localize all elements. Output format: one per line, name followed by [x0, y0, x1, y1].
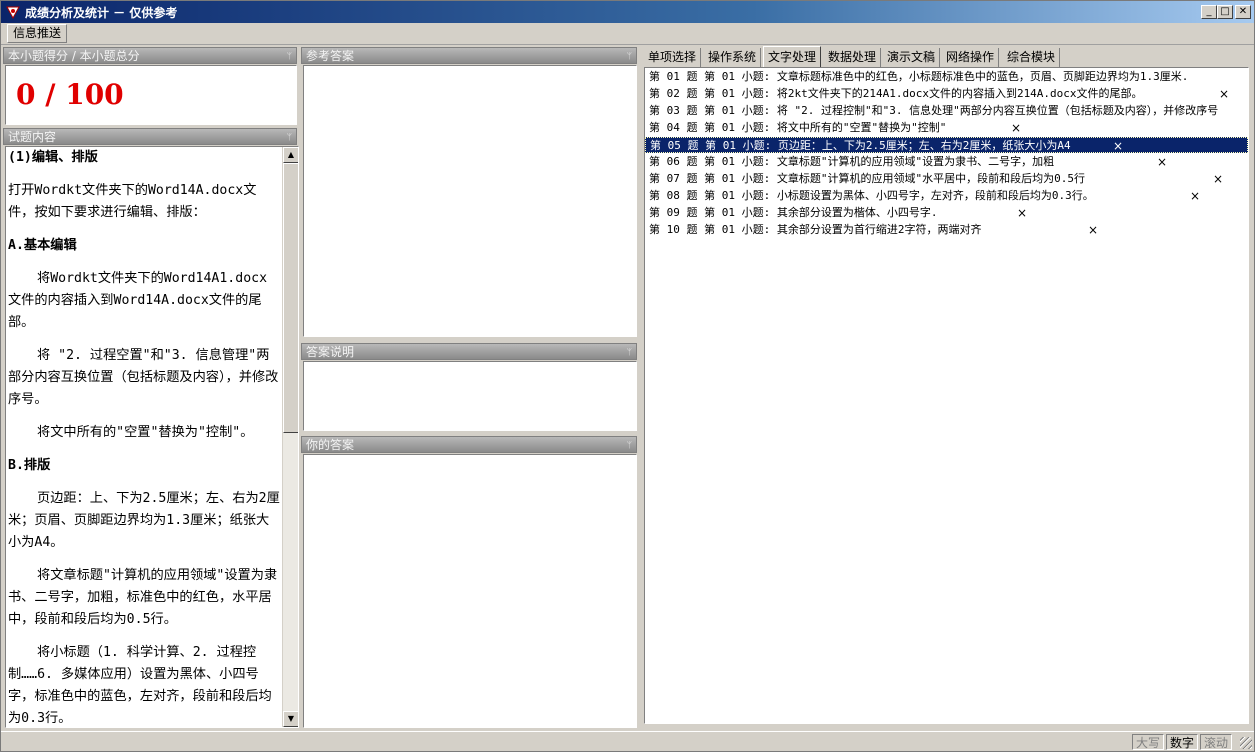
question-text: 第 02 题 第 01 小题: 将2kt文件夹下的214A1.docx文件的内容… [649, 87, 1143, 100]
tab-data-processing[interactable]: 数据处理 [824, 48, 882, 68]
module-tabs: 单项选择 操作系统 文字处理 数据处理 演示文稿 网络操作 综合模块 [642, 46, 1254, 68]
content-scrollbar[interactable]: ▲ ▼ [282, 147, 298, 727]
reference-pane-header: 参考答案 ᛘ [301, 47, 637, 64]
question-row-selected[interactable]: 第 05 题 第 01 小题: 页边距：上、下为2.5厘米；左、右为2厘米，纸张… [645, 137, 1248, 153]
info-push-button[interactable]: 信息推送 [7, 24, 68, 43]
question-text: 第 03 题 第 01 小题: 将 "2. 过程控制"和"3. 信息处理"两部分… [649, 104, 1219, 117]
score-value: 0 / 100 [16, 78, 124, 111]
pin-icon[interactable]: ᛘ [287, 130, 292, 146]
title-bar[interactable]: 成绩分析及统计 － 仅供参考 _ □ ✕ [1, 1, 1254, 23]
score-pane: 0 / 100 [5, 65, 297, 125]
wrong-mark-icon: × [1190, 189, 1201, 203]
question-row[interactable]: 第 03 题 第 01 小题: 将 "2. 过程控制"和"3. 信息处理"两部分… [645, 103, 1248, 119]
content-paragraph: 打开Wordkt文件夹下的Word14A.docx文件，按如下要求进行编辑、排版… [8, 183, 257, 220]
content-heading: B.排版 [8, 458, 51, 473]
pin-icon[interactable]: ᛘ [627, 438, 632, 454]
wrong-mark-icon: × [1088, 223, 1099, 237]
question-list[interactable]: 第 01 题 第 01 小题: 文章标题标准色中的红色，小标题标准色中的蓝色，页… [644, 67, 1249, 724]
question-text: 第 10 题 第 01 小题: 其余部分设置为首行缩进2字符，两端对齐 [649, 223, 982, 236]
content-pane-title: 试题内容 [8, 130, 57, 144]
toolbar: 信息推送 [1, 23, 1254, 45]
close-button[interactable]: ✕ [1235, 5, 1251, 19]
scroll-lock-indicator: 滚动 [1200, 734, 1233, 750]
question-text: 第 07 题 第 01 小题: 文章标题"计算机的应用领域"水平居中，段前和段后… [649, 172, 1085, 185]
wrong-mark-icon: × [1011, 121, 1022, 135]
scroll-down-icon[interactable]: ▼ [283, 711, 298, 727]
question-text: 第 08 题 第 01 小题: 小标题设置为黑体、小四号字，左对齐，段前和段后均… [649, 189, 1094, 202]
num-lock-indicator: 数字 [1166, 734, 1199, 750]
content-pane: (1)编辑、排版 打开Wordkt文件夹下的Word14A.docx文件，按如下… [5, 146, 299, 728]
question-row[interactable]: 第 01 题 第 01 小题: 文章标题标准色中的红色，小标题标准色中的蓝色，页… [645, 69, 1248, 85]
score-pane-title: 本小题得分 / 本小题总分 [8, 49, 140, 63]
wrong-mark-icon: × [1113, 139, 1124, 153]
tab-comprehensive[interactable]: 综合模块 [1003, 48, 1061, 68]
content-paragraph: 将文章标题"计算机的应用领域"设置为隶书、二号字，加粗，标准色中的红色，水平居中… [8, 568, 278, 627]
tab-os[interactable]: 操作系统 [704, 48, 762, 68]
wrong-mark-icon: × [1213, 172, 1224, 186]
question-row[interactable]: 第 10 题 第 01 小题: 其余部分设置为首行缩进2字符，两端对齐 × [645, 222, 1248, 238]
content-paragraph: 将小标题（1. 科学计算、2. 过程控制……6. 多媒体应用）设置为黑体、小四号… [8, 645, 272, 726]
content-paragraph: 将 "2. 过程空置"和"3. 信息管理"两部分内容互换位置（包括标题及内容），… [8, 348, 279, 407]
explain-pane-header: 答案说明 ᛘ [301, 343, 637, 360]
content-pane-header: 试题内容 ᛘ [3, 128, 297, 145]
minimize-button[interactable]: _ [1201, 5, 1217, 19]
your-answer-area [303, 454, 637, 728]
question-text: 第 04 题 第 01 小题: 将文中所有的"空置"替换为"控制" [649, 121, 947, 134]
content-paragraph: 页边距：上、下为2.5厘米；左、右为2厘米；页眉、页脚距边界均为1.3厘米；纸张… [8, 491, 280, 550]
status-bar: 大写 数字 滚动 [1, 731, 1254, 751]
question-row[interactable]: 第 04 题 第 01 小题: 将文中所有的"空置"替换为"控制" × [645, 120, 1248, 136]
tab-presentation[interactable]: 演示文稿 [883, 48, 941, 68]
scroll-up-icon[interactable]: ▲ [283, 147, 298, 163]
pin-icon[interactable]: ᛘ [627, 345, 632, 361]
caps-lock-indicator: 大写 [1132, 734, 1165, 750]
resize-grip-icon[interactable] [1240, 737, 1252, 749]
reference-pane-title: 参考答案 [306, 49, 355, 63]
question-text: 第 05 题 第 01 小题: 页边距：上、下为2.5厘米；左、右为2厘米，纸张… [650, 139, 1071, 152]
question-text: 第 01 题 第 01 小题: 文章标题标准色中的红色，小标题标准色中的蓝色，页… [649, 70, 1189, 83]
reference-answer-area [303, 65, 637, 337]
question-content: (1)编辑、排版 打开Wordkt文件夹下的Word14A.docx文件，按如下… [6, 147, 282, 727]
window-title: 成绩分析及统计 － 仅供参考 [25, 6, 178, 20]
question-row[interactable]: 第 06 题 第 01 小题: 文章标题"计算机的应用领域"设置为隶书、二号字，… [645, 154, 1248, 170]
your-answer-pane-title: 你的答案 [306, 438, 355, 452]
tab-network[interactable]: 网络操作 [942, 48, 1000, 68]
score-pane-header: 本小题得分 / 本小题总分 ᛘ [3, 47, 297, 64]
content-paragraph: 将Wordkt文件夹下的Word14A1.docx文件的内容插入到Word14A… [8, 271, 268, 330]
wrong-mark-icon: × [1017, 206, 1028, 220]
question-row[interactable]: 第 02 题 第 01 小题: 将2kt文件夹下的214A1.docx文件的内容… [645, 86, 1248, 102]
question-row[interactable]: 第 07 题 第 01 小题: 文章标题"计算机的应用领域"水平居中，段前和段后… [645, 171, 1248, 187]
app-icon [6, 6, 20, 20]
content-heading: (1)编辑、排版 [8, 150, 98, 165]
maximize-button[interactable]: □ [1217, 5, 1233, 19]
explain-pane-title: 答案说明 [306, 345, 355, 359]
question-row[interactable]: 第 08 题 第 01 小题: 小标题设置为黑体、小四号字，左对齐，段前和段后均… [645, 188, 1248, 204]
question-text: 第 09 题 第 01 小题: 其余部分设置为楷体、小四号字. [649, 206, 938, 219]
tab-word-processing[interactable]: 文字处理 [763, 46, 822, 68]
pin-icon[interactable]: ᛘ [287, 49, 292, 65]
wrong-mark-icon: × [1219, 87, 1230, 101]
scroll-thumb[interactable] [283, 163, 298, 433]
content-paragraph: 将文中所有的"空置"替换为"控制"。 [37, 425, 254, 440]
wrong-mark-icon: × [1157, 155, 1168, 169]
question-text: 第 06 题 第 01 小题: 文章标题"计算机的应用领域"设置为隶书、二号字，… [649, 155, 1055, 168]
your-answer-pane-header: 你的答案 ᛘ [301, 436, 637, 453]
app-window: 成绩分析及统计 － 仅供参考 _ □ ✕ 信息推送 本小题得分 / 本小题总分 … [0, 0, 1255, 752]
question-row[interactable]: 第 09 题 第 01 小题: 其余部分设置为楷体、小四号字. × [645, 205, 1248, 221]
answer-explanation-area [303, 361, 637, 431]
content-heading: A.基本编辑 [8, 238, 77, 253]
tab-single-choice[interactable]: 单项选择 [644, 48, 702, 68]
pin-icon[interactable]: ᛘ [627, 49, 632, 65]
